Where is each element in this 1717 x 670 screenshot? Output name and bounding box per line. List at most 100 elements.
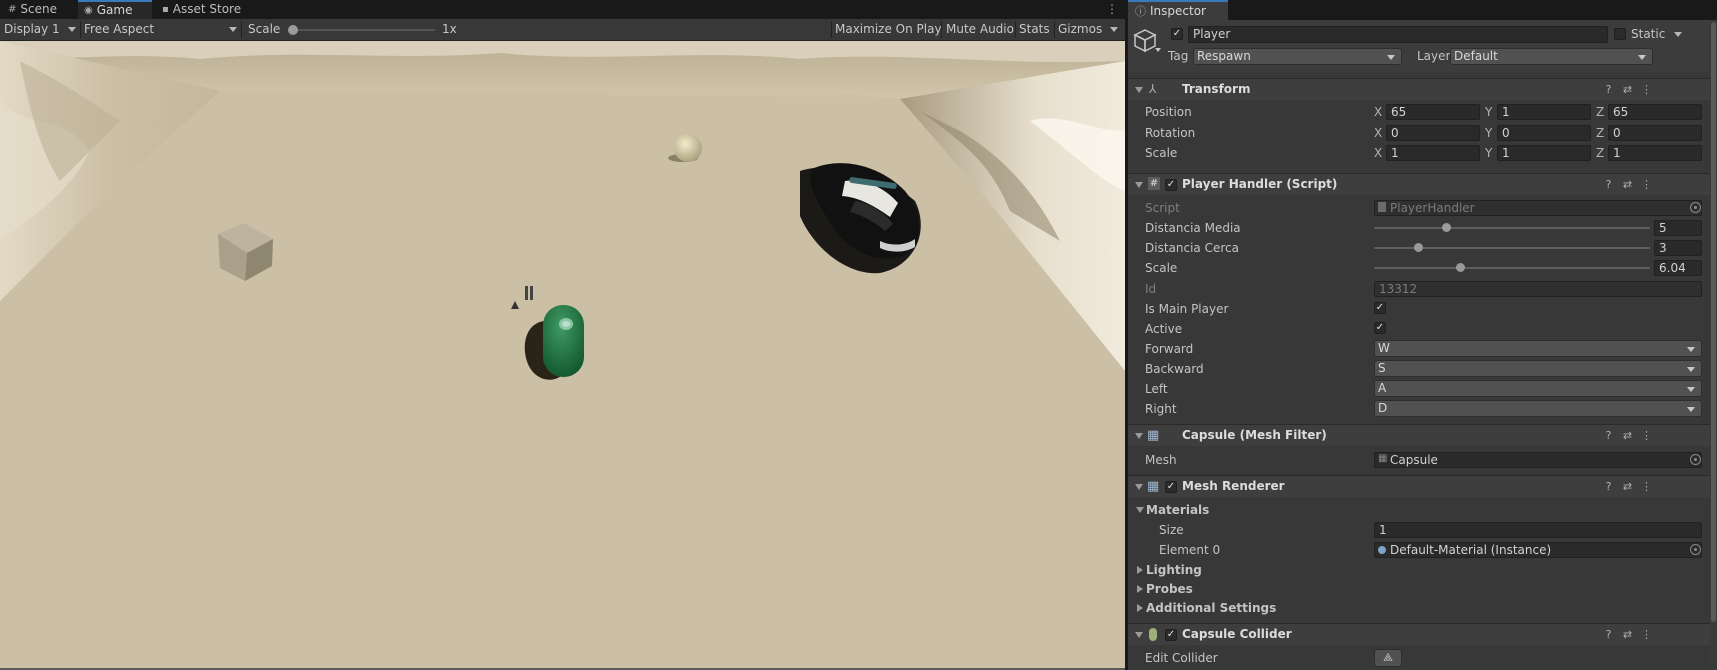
additional-settings-label[interactable]: Additional Settings [1146, 601, 1276, 615]
object-active-checkbox[interactable]: ✓ [1171, 28, 1183, 40]
materials-fold-icon[interactable] [1136, 507, 1144, 513]
materials-label[interactable]: Materials [1146, 503, 1209, 517]
store-bag-icon: ▪ [162, 4, 169, 15]
materials-size-field[interactable]: 1 [1374, 522, 1702, 538]
backward-dropdown[interactable]: S [1374, 360, 1702, 377]
position-z-field[interactable]: 65 [1608, 104, 1702, 120]
probes-label[interactable]: Probes [1146, 582, 1193, 596]
position-label: Position [1145, 105, 1192, 119]
help-icon[interactable]: ? [1602, 83, 1615, 96]
axis-z-label[interactable]: Z [1596, 146, 1604, 160]
active-checkbox[interactable]: ✓ [1374, 322, 1386, 334]
scale-y-field[interactable]: 1 [1497, 145, 1591, 161]
context-menu-icon[interactable]: ⋮ [1640, 429, 1653, 442]
context-menu-icon[interactable]: ⋮ [1640, 178, 1653, 191]
capsule-collider-enabled-checkbox[interactable]: ✓ [1165, 629, 1177, 641]
layer-dropdown[interactable]: Default [1450, 48, 1653, 65]
right-dropdown[interactable]: D [1374, 400, 1702, 417]
object-name-field[interactable]: Player [1188, 26, 1608, 43]
distancia-media-slider-knob[interactable] [1441, 223, 1451, 232]
mesh-renderer-enabled-checkbox[interactable]: ✓ [1165, 481, 1177, 493]
object-picker-icon[interactable] [1690, 454, 1701, 465]
presets-icon[interactable]: ⇄ [1621, 178, 1634, 191]
handler-scale-slider[interactable] [1374, 267, 1650, 269]
capsule-collider-component-header[interactable]: ✓ Capsule Collider ? ⇄ ⋮ [1128, 623, 1717, 645]
context-menu-icon[interactable]: ⋮ [1640, 480, 1653, 493]
help-icon[interactable]: ? [1602, 480, 1615, 493]
rotation-y-field[interactable]: 0 [1497, 125, 1591, 141]
scale-slider-knob[interactable] [288, 25, 298, 35]
fold-down-icon[interactable] [1135, 87, 1143, 93]
scale-slider-track[interactable] [291, 29, 435, 31]
aspect-dropdown[interactable]: Free Aspect [81, 19, 241, 40]
tag-dropdown[interactable]: Respawn [1193, 48, 1402, 65]
axis-y-label[interactable]: Y [1485, 126, 1492, 140]
maximize-on-play-button[interactable]: Maximize On Play [835, 22, 942, 36]
static-checkbox[interactable] [1614, 28, 1626, 40]
mesh-field[interactable]: Capsule [1374, 452, 1702, 468]
object-picker-icon[interactable] [1690, 544, 1701, 555]
fold-down-icon[interactable] [1135, 433, 1143, 439]
presets-icon[interactable]: ⇄ [1621, 429, 1634, 442]
help-icon[interactable]: ? [1602, 628, 1615, 641]
tab-inspector[interactable]: ⓘ Inspector [1128, 0, 1228, 20]
help-icon[interactable]: ? [1602, 429, 1615, 442]
handler-scale-slider-knob[interactable] [1455, 263, 1465, 272]
presets-icon[interactable]: ⇄ [1621, 628, 1634, 641]
additional-settings-fold-icon[interactable] [1137, 604, 1143, 612]
axis-y-label[interactable]: Y [1485, 146, 1492, 160]
static-chevron-down-icon[interactable] [1674, 32, 1682, 37]
fold-down-icon[interactable] [1135, 632, 1143, 638]
axis-y-label[interactable]: Y [1485, 105, 1492, 119]
tab-game[interactable]: ◉ Game [78, 0, 152, 19]
fold-down-icon[interactable] [1135, 182, 1143, 188]
is-main-player-checkbox[interactable]: ✓ [1374, 302, 1386, 314]
scale-z-field[interactable]: 1 [1608, 145, 1702, 161]
gizmos-button[interactable]: Gizmos [1058, 22, 1102, 36]
scale-x-field[interactable]: 1 [1386, 145, 1480, 161]
left-dropdown[interactable]: A [1374, 380, 1702, 397]
position-y-field[interactable]: 1 [1497, 104, 1591, 120]
distancia-media-field[interactable]: 5 [1654, 220, 1702, 236]
tab-asset-store[interactable]: ▪ Asset Store [156, 0, 247, 19]
mute-audio-button[interactable]: Mute Audio [946, 22, 1014, 36]
fold-down-icon[interactable] [1135, 484, 1143, 490]
probes-fold-icon[interactable] [1137, 585, 1143, 593]
game-tab-menu-icon[interactable]: ⋮ [1106, 2, 1118, 16]
element0-field[interactable]: Default-Material (Instance) [1374, 542, 1702, 558]
presets-icon[interactable]: ⇄ [1621, 83, 1634, 96]
rotation-x-field[interactable]: 0 [1386, 125, 1480, 141]
context-menu-icon[interactable]: ⋮ [1640, 628, 1653, 641]
player-handler-component-header[interactable]: # ✓ Player Handler (Script) ? ⇄ ⋮ [1128, 173, 1717, 195]
game-viewport[interactable] [0, 41, 1125, 670]
axis-z-label[interactable]: Z [1596, 105, 1604, 119]
scale-value: 1x [442, 22, 457, 36]
lighting-label[interactable]: Lighting [1146, 563, 1202, 577]
distancia-cerca-field[interactable]: 3 [1654, 240, 1702, 256]
mesh-renderer-component-header[interactable]: ▦ ✓ Mesh Renderer ? ⇄ ⋮ [1128, 475, 1717, 497]
position-x-field[interactable]: 65 [1386, 104, 1480, 120]
inspector-scrollbar-thumb[interactable] [1711, 22, 1716, 622]
transform-component-header[interactable]: ⅄ Transform ? ⇄ ⋮ [1128, 78, 1717, 100]
stats-button[interactable]: Stats [1019, 22, 1050, 36]
inspector-scrollbar[interactable] [1710, 20, 1717, 670]
mesh-filter-component-header[interactable]: ▦ Capsule (Mesh Filter) ? ⇄ ⋮ [1128, 424, 1717, 446]
display-dropdown[interactable]: Display 1 [0, 19, 80, 40]
axis-z-label[interactable]: Z [1596, 126, 1604, 140]
player-handler-enabled-checkbox[interactable]: ✓ [1165, 179, 1177, 191]
handler-scale-field[interactable]: 6.04 [1654, 260, 1702, 276]
distancia-media-slider[interactable] [1374, 227, 1650, 229]
axis-x-label[interactable]: X [1374, 126, 1382, 140]
gizmos-chevron-down-icon[interactable] [1110, 27, 1118, 32]
help-icon[interactable]: ? [1602, 178, 1615, 191]
context-menu-icon[interactable]: ⋮ [1640, 83, 1653, 96]
axis-x-label[interactable]: X [1374, 105, 1382, 119]
tab-scene[interactable]: # Scene [2, 0, 63, 19]
lighting-fold-icon[interactable] [1137, 566, 1143, 574]
forward-dropdown[interactable]: W [1374, 340, 1702, 357]
axis-x-label[interactable]: X [1374, 146, 1382, 160]
edit-collider-button[interactable]: ⟁ [1374, 649, 1402, 667]
rotation-z-field[interactable]: 0 [1608, 125, 1702, 141]
presets-icon[interactable]: ⇄ [1621, 480, 1634, 493]
distancia-cerca-slider-knob[interactable] [1414, 243, 1424, 252]
